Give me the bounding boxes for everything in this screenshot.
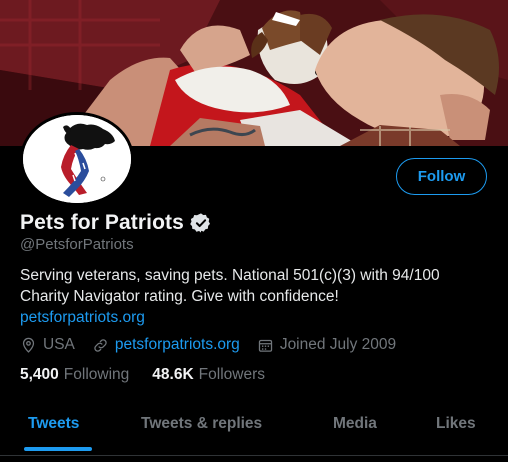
pets-for-patriots-logo bbox=[23, 115, 131, 203]
profile-tabs: Tweets Tweets & replies Media Likes bbox=[0, 405, 508, 462]
website-link[interactable]: petsforpatriots.org bbox=[115, 336, 240, 354]
following-stat[interactable]: 5,400 Following bbox=[20, 366, 129, 384]
profile-page: Follow Pets for Patriots @PetsforPatriot… bbox=[0, 0, 508, 462]
follow-button[interactable]: Follow bbox=[396, 158, 487, 195]
tab-tweets[interactable]: Tweets bbox=[28, 415, 79, 433]
calendar-icon bbox=[258, 339, 272, 352]
bio-link[interactable]: petsforpatriots.org bbox=[20, 307, 490, 328]
joined-item: Joined July 2009 bbox=[257, 336, 396, 354]
profile-stats: 5,400 Following 48.6K Followers bbox=[20, 366, 265, 384]
link-icon bbox=[94, 338, 107, 352]
verified-badge-icon bbox=[190, 213, 210, 233]
tabs-divider bbox=[0, 455, 508, 456]
tab-media[interactable]: Media bbox=[333, 415, 377, 433]
profile-avatar[interactable] bbox=[20, 112, 134, 206]
handle: @PetsforPatriots bbox=[20, 236, 134, 253]
website-item[interactable]: petsforpatriots.org bbox=[92, 336, 240, 354]
location-text: USA bbox=[43, 336, 75, 353]
profile-bio: Serving veterans, saving pets. National … bbox=[20, 265, 490, 328]
followers-count: 48.6K bbox=[152, 366, 194, 383]
bio-text: Serving veterans, saving pets. National … bbox=[20, 267, 440, 305]
location-pin-icon bbox=[22, 337, 35, 353]
display-name: Pets for Patriots bbox=[20, 211, 184, 234]
name-row: Pets for Patriots bbox=[20, 211, 212, 235]
active-tab-indicator bbox=[24, 447, 92, 451]
followers-stat[interactable]: 48.6K Followers bbox=[152, 366, 265, 384]
following-label: Following bbox=[63, 366, 130, 383]
joined-text: Joined July 2009 bbox=[279, 336, 397, 353]
profile-meta: USA petsforpatriots.org Joined July 2009 bbox=[20, 335, 413, 355]
followers-label: Followers bbox=[198, 366, 265, 383]
location-item: USA bbox=[20, 336, 75, 354]
tab-likes[interactable]: Likes bbox=[436, 415, 476, 433]
tab-tweets-and-replies[interactable]: Tweets & replies bbox=[141, 415, 262, 433]
following-count: 5,400 bbox=[20, 366, 59, 383]
avatar-image bbox=[23, 115, 131, 203]
